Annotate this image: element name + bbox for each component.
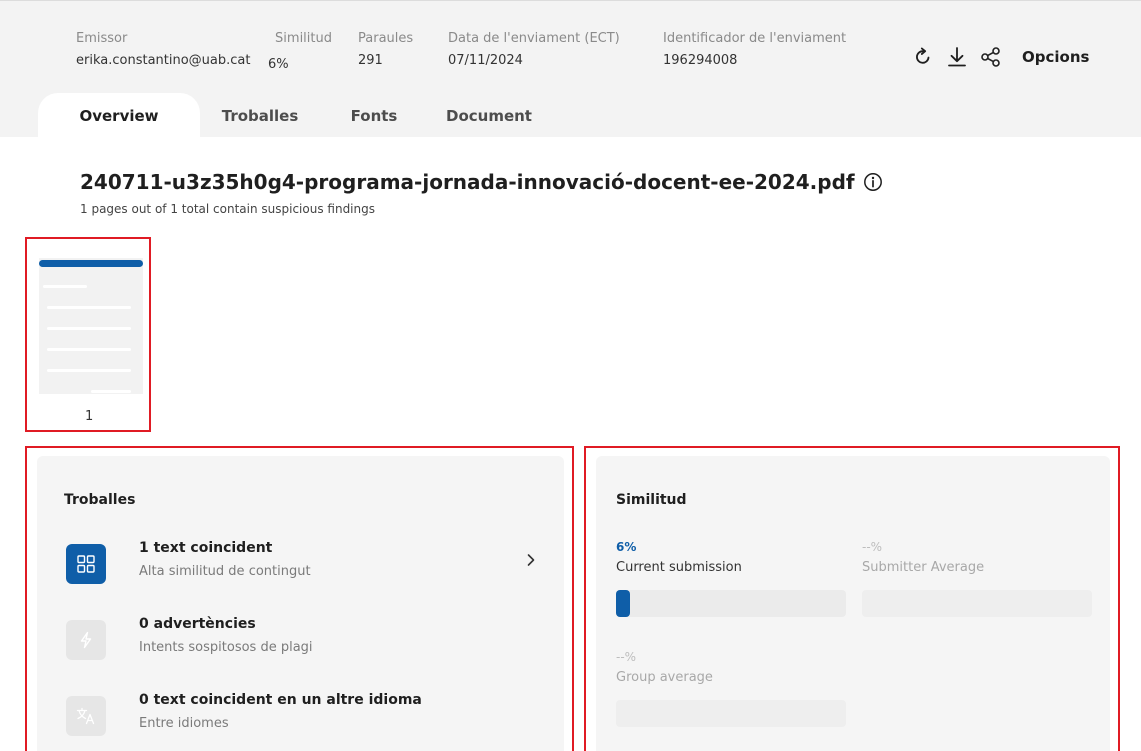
document-title-text: 240711-u3z35h0g4-programa-jornada-innova…: [80, 170, 855, 194]
tab-troballes[interactable]: Troballes: [200, 93, 320, 138]
identificador-label: Identificador de l'enviament: [663, 31, 847, 46]
thumbnail-line: [43, 285, 87, 288]
tab-document[interactable]: Document: [428, 93, 550, 138]
thumbnail-line: [47, 306, 131, 309]
submitter-average-label: Submitter Average: [862, 560, 985, 575]
page-thumbnail[interactable]: [39, 258, 143, 394]
finding-description: Entre idiomes: [139, 716, 229, 731]
grid-icon: [66, 544, 106, 584]
similitud-value: 6%: [268, 57, 289, 72]
document-title: 240711-u3z35h0g4-programa-jornada-innova…: [80, 170, 883, 194]
current-submission-bar: [616, 590, 846, 617]
similarity-title: Similitud: [616, 492, 687, 508]
tab-fonts[interactable]: Fonts: [320, 93, 428, 138]
emissor-value: erika.constantino@uab.cat: [76, 53, 251, 68]
current-submission-bar-fill: [616, 590, 630, 617]
current-submission-value: 6%: [616, 540, 637, 554]
finding-description: Intents sospitosos de plagi: [139, 640, 313, 655]
page-thumbnail-highlight: 1: [25, 237, 151, 432]
document-subtitle: 1 pages out of 1 total contain suspiciou…: [80, 202, 375, 216]
findings-title: Troballes: [64, 492, 136, 508]
tab-overview[interactable]: Overview: [38, 93, 200, 138]
paraules-value: 291: [358, 53, 383, 68]
chevron-right-icon[interactable]: [524, 552, 538, 568]
data-value: 07/11/2024: [448, 53, 523, 68]
group-average-value: --%: [616, 650, 637, 664]
finding-description: Alta similitud de contingut: [139, 564, 311, 579]
download-icon[interactable]: [946, 45, 968, 69]
emissor-label: Emissor: [76, 31, 128, 46]
page-number: 1: [85, 409, 94, 424]
submitter-average-bar: [862, 590, 1092, 617]
finding-title: 1 text coincident: [139, 540, 273, 556]
data-label: Data de l'enviament (ECT): [448, 31, 620, 46]
share-icon[interactable]: [980, 45, 1002, 69]
lightning-icon: [66, 620, 106, 660]
translate-icon: [66, 696, 106, 736]
data-field: Data de l'enviament (ECT) 07/11/2024: [448, 31, 620, 68]
findings-panel: Troballes 1 text coincident Alta similit…: [37, 456, 564, 751]
group-average-label: Group average: [616, 670, 713, 685]
emissor-field: Emissor erika.constantino@uab.cat: [76, 31, 250, 68]
options-button[interactable]: Opcions: [1022, 48, 1089, 66]
similitud-label: Similitud: [275, 31, 332, 46]
similarity-panel-highlight: Similitud 6% Current submission --% Subm…: [584, 446, 1120, 751]
current-submission-label: Current submission: [616, 560, 742, 575]
paraules-field: Paraules 291: [358, 31, 413, 68]
finding-title: 0 advertències: [139, 616, 256, 632]
thumbnail-line: [47, 369, 131, 372]
thumbnail-line: [47, 327, 131, 330]
similarity-panel: Similitud 6% Current submission --% Subm…: [596, 456, 1110, 751]
group-average-bar: [616, 700, 846, 727]
thumbnail-line: [91, 390, 131, 393]
thumbnail-match-bar: [39, 260, 143, 267]
findings-panel-highlight: Troballes 1 text coincident Alta similit…: [25, 446, 574, 751]
finding-item-matching-text[interactable]: 1 text coincident Alta similitud de cont…: [66, 540, 546, 590]
identificador-value: 196294008: [663, 53, 738, 68]
identificador-field: Identificador de l'enviament 196294008: [663, 31, 846, 68]
tab-bar: Overview Troballes Fonts Document: [38, 93, 550, 138]
paraules-label: Paraules: [358, 31, 414, 46]
finding-item-warnings[interactable]: 0 advertències Intents sospitosos de pla…: [66, 616, 546, 666]
thumbnail-line: [47, 348, 131, 351]
header-actions: Opcions: [912, 45, 1089, 69]
info-icon[interactable]: [863, 172, 883, 192]
finding-item-cross-language[interactable]: 0 text coincident en un altre idioma Ent…: [66, 692, 546, 742]
refresh-icon[interactable]: [912, 45, 934, 69]
similitud-field: Similitud 6%: [262, 31, 332, 72]
submission-header: Emissor erika.constantino@uab.cat Simili…: [0, 0, 1141, 138]
finding-title: 0 text coincident en un altre idioma: [139, 692, 422, 708]
submitter-average-value: --%: [862, 540, 883, 554]
